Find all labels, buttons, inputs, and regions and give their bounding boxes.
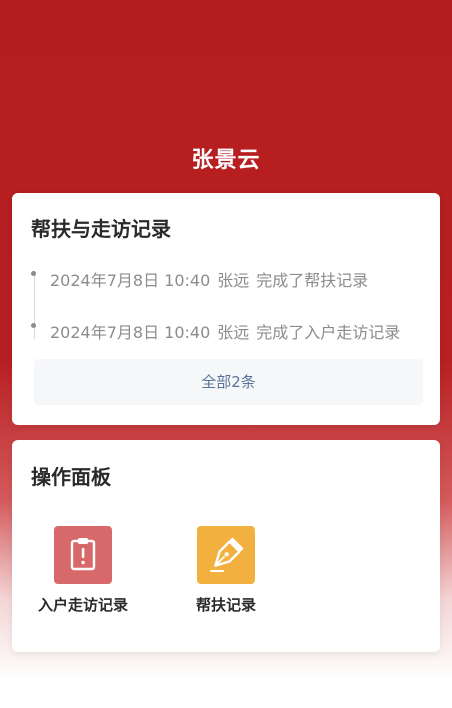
record-person: 张远 bbox=[217, 271, 250, 290]
home-visit-record-button[interactable]: 入户走访记录 bbox=[18, 526, 148, 615]
record-item[interactable]: 2024年7月8日 10:40 张远 完成了入户走访记录 bbox=[31, 319, 401, 343]
operation-panel-card: 操作面板 入户走访记录 帮扶记录 bbox=[12, 440, 440, 652]
records-card: 帮扶与走访记录 2024年7月8日 10:40 张远 完成了帮扶记录 2024年7月… bbox=[12, 193, 440, 425]
timeline-line bbox=[34, 271, 35, 339]
home-visit-record-label: 入户走访记录 bbox=[37, 596, 128, 614]
user-name: 张景云 bbox=[191, 148, 261, 173]
record-person: 张远 bbox=[217, 323, 250, 342]
pen-nib-icon bbox=[197, 526, 255, 584]
assistance-record-button[interactable]: 帮扶记录 bbox=[161, 526, 291, 615]
records-title: 帮扶与走访记录 bbox=[31, 217, 171, 241]
assistance-record-label: 帮扶记录 bbox=[195, 596, 256, 614]
clipboard-alert-icon bbox=[54, 526, 112, 584]
timeline-dot bbox=[31, 271, 36, 276]
panel-title: 操作面板 bbox=[31, 465, 111, 489]
record-action: 完成了帮扶记录 bbox=[256, 271, 369, 290]
timeline-dot bbox=[31, 323, 36, 328]
view-all-records-button[interactable]: 全部2条 bbox=[34, 359, 423, 405]
record-action: 完成了入户走访记录 bbox=[256, 323, 401, 342]
record-time: 2024年7月8日 10:40 bbox=[50, 323, 211, 342]
record-item[interactable]: 2024年7月8日 10:40 张远 完成了帮扶记录 bbox=[31, 267, 369, 291]
record-time: 2024年7月8日 10:40 bbox=[50, 271, 211, 290]
